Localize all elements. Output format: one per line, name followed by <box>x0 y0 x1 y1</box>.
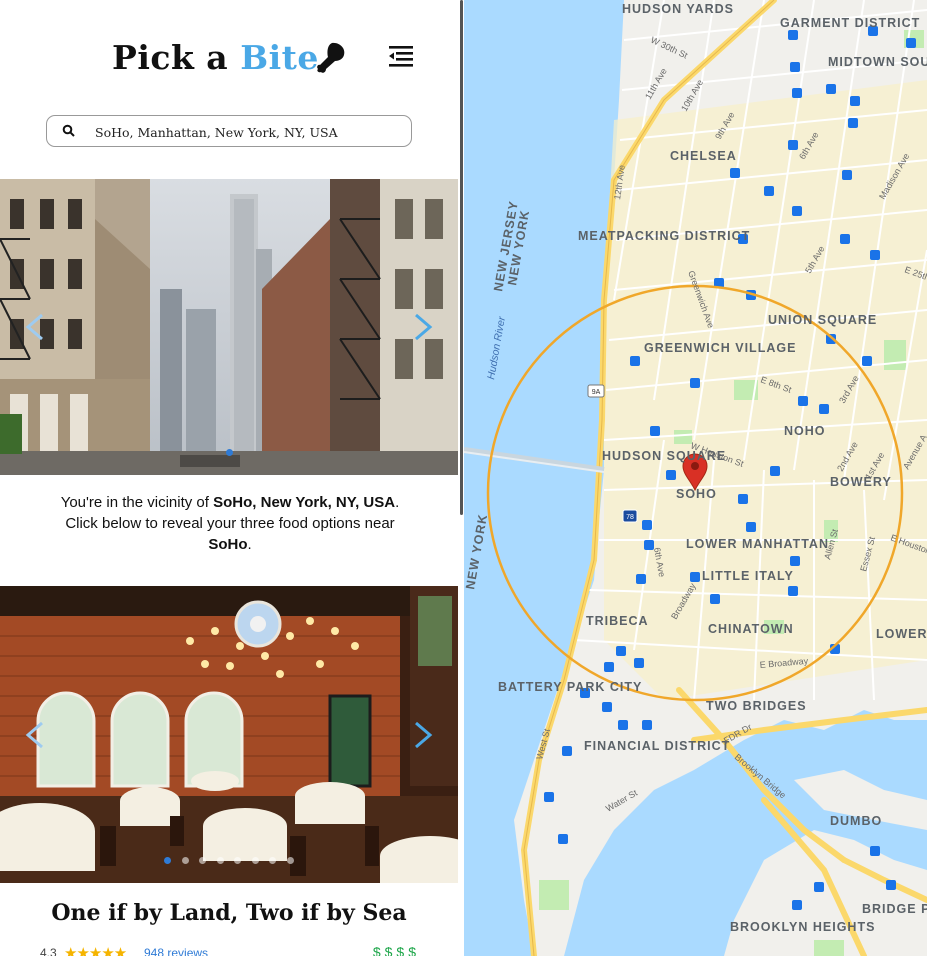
menu-icon[interactable] <box>386 42 416 70</box>
vicinity-location: SoHo, New York, NY, USA <box>213 494 396 511</box>
neighborhood-photo-carousel[interactable] <box>0 179 458 475</box>
app-root: Pick a Bite SoHo, Manhattan, New York, N… <box>0 0 927 956</box>
carousel-dot[interactable] <box>234 857 242 864</box>
label-brooklyn-heights: BROOKLYN HEIGHTS <box>730 920 875 934</box>
label-union-square: UNION SQUARE <box>768 313 877 327</box>
label-little-italy: LITTLE ITALY <box>702 569 794 583</box>
label-chelsea: CHELSEA <box>670 149 737 163</box>
svg-text:9A: 9A <box>592 389 601 396</box>
label-hudson-yards: HUDSON YARDS <box>622 2 734 16</box>
label-dumbo: DUMBO <box>830 814 882 828</box>
label-greenwich-village: GREENWICH VILLAGE <box>644 341 796 355</box>
carousel-next-arrow[interactable] <box>410 312 436 342</box>
highway-shield-9a: 9A <box>587 384 605 398</box>
carousel-dot[interactable] <box>251 857 259 864</box>
restaurant-interior-photo <box>0 586 458 883</box>
carousel-indicators <box>0 443 458 461</box>
label-lower-manhattan: LOWER MANHATTAN <box>686 537 829 551</box>
location-search-input[interactable] <box>95 121 395 143</box>
app-logo[interactable]: Pick a Bite <box>112 38 319 77</box>
map-view[interactable]: 9A 78 Hudson River NEW JERSEY NEW YORK N… <box>464 0 927 956</box>
label-lower-east-side: LOWER EAST SID <box>876 627 927 641</box>
restaurant-name[interactable]: One if by Land, Two if by Sea <box>0 900 458 926</box>
vicinity-suffix: . <box>395 494 400 511</box>
map-canvas[interactable]: 9A 78 Hudson River NEW JERSEY NEW YORK N… <box>464 0 927 956</box>
rating-value: 4.3 <box>40 946 57 956</box>
logo-word-bite: Bite <box>240 38 319 77</box>
label-meatpacking: MEATPACKING DISTRICT <box>578 229 750 243</box>
reveal-instructions: Click below to reveal your three food op… <box>65 515 395 532</box>
label-chinatown: CHINATOWN <box>708 622 794 636</box>
carousel-indicators <box>0 851 458 869</box>
vicinity-suffix-2: . <box>247 536 252 553</box>
search-icon <box>62 124 75 137</box>
header: Pick a Bite <box>0 0 460 100</box>
star-rating-icon: ★★★★★ <box>64 945 127 956</box>
soho-street-photo <box>0 179 458 475</box>
label-noho: NOHO <box>784 424 826 438</box>
carousel-dot[interactable] <box>164 857 172 864</box>
drumstick-icon <box>317 42 345 73</box>
label-garment-district: GARMENT DISTRICT <box>780 16 920 30</box>
label-bowery: BOWERY <box>830 475 892 489</box>
label-two-bridges: TWO BRIDGES <box>706 699 807 713</box>
label-soho: SOHO <box>676 487 717 501</box>
carousel-prev-arrow[interactable] <box>22 312 48 342</box>
label-financial-district: FINANCIAL DISTRICT <box>584 739 730 753</box>
results-panel: Pick a Bite SoHo, Manhattan, New York, N… <box>0 0 460 956</box>
reviews-link[interactable]: 948 reviews <box>144 946 208 956</box>
scrollbar[interactable] <box>460 0 463 515</box>
carousel-dot[interactable] <box>199 857 207 864</box>
carousel-dot[interactable] <box>225 449 233 456</box>
location-search-box[interactable] <box>46 115 412 147</box>
carousel-dot[interactable] <box>269 857 277 864</box>
price-level: $$$$ <box>372 944 420 956</box>
label-battery-park-city: BATTERY PARK CITY <box>498 680 642 694</box>
highway-shield-78: 78 <box>622 509 638 523</box>
carousel-prev-arrow[interactable] <box>22 720 48 750</box>
label-bridge-park: BRIDGE P DOWNTOW BROOKLY <box>862 902 927 916</box>
carousel-next-arrow[interactable] <box>410 720 436 750</box>
svg-text:78: 78 <box>626 514 634 521</box>
label-midtown-south: MIDTOWN SOUTH <box>828 55 927 69</box>
vicinity-message: You're in the vicinity of SoHo, New York… <box>30 492 430 555</box>
logo-word-pick: Pick a <box>112 38 229 77</box>
carousel-dot[interactable] <box>286 857 294 864</box>
carousel-dot[interactable] <box>216 857 224 864</box>
vicinity-prefix: You're in the vicinity of <box>60 494 214 511</box>
restaurant-rating-row: 4.3 ★★★★★ 948 reviews $$$$ <box>40 944 420 956</box>
label-tribeca: TRIBECA <box>586 614 649 628</box>
restaurant-photo-carousel[interactable] <box>0 586 458 883</box>
vicinity-neighborhood: SoHo <box>208 536 248 553</box>
carousel-dot[interactable] <box>181 857 189 864</box>
